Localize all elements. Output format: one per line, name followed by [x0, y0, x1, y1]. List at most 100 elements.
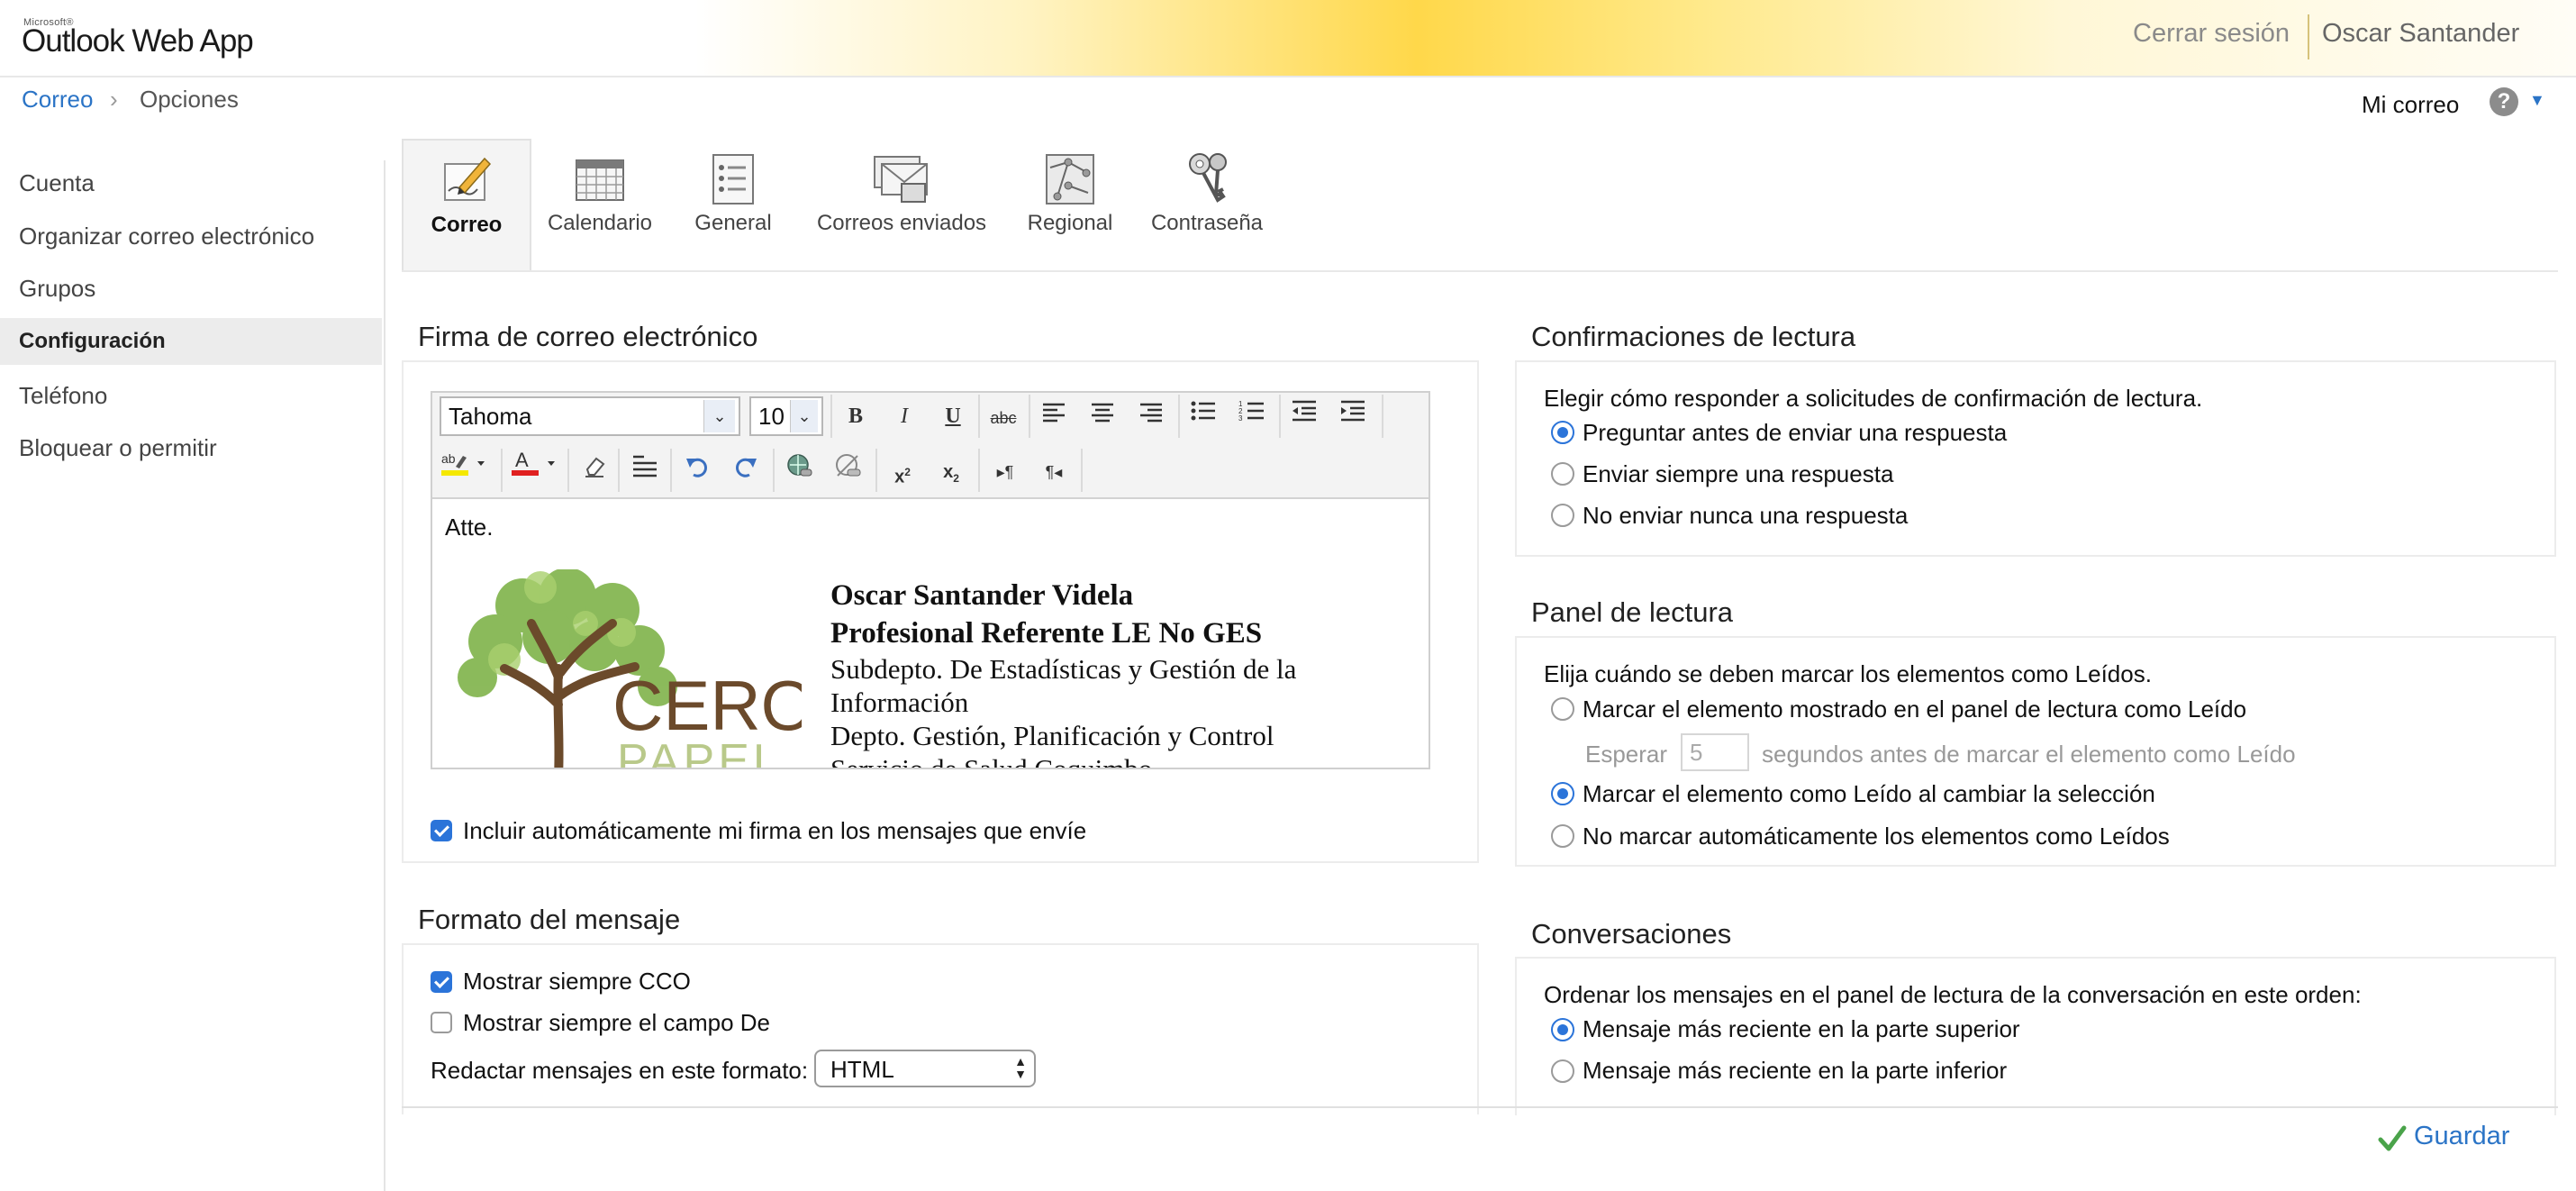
always-show-bcc-checkbox[interactable] — [431, 971, 452, 993]
signature-text-block: Oscar Santander Videla Profesional Refer… — [830, 577, 1425, 768]
auto-include-signature-label: Incluir automáticamente mi firma en los … — [463, 817, 1087, 844]
read-receipt-never-radio[interactable] — [1551, 504, 1574, 527]
message-format-title: Formato del mensaje — [418, 904, 681, 935]
subscript-button[interactable]: x2 — [931, 452, 971, 492]
outlook-web-app-logo: Outlook Web App — [22, 23, 254, 59]
tabs-divider — [402, 270, 2558, 272]
font-family-select[interactable]: Tahoma ⌄ — [440, 396, 740, 436]
outdent-icon — [1293, 400, 1316, 422]
signature-name: Oscar Santander Videla — [830, 579, 1134, 612]
read-receipt-never-label: No enviar nunca una respuesta — [1583, 502, 1909, 529]
remove-link-button[interactable] — [829, 452, 868, 492]
toolbar-separator — [618, 449, 620, 492]
read-receipt-always-label: Enviar siempre una respuesta — [1583, 460, 1894, 487]
tab-correos-enviados[interactable]: Correos enviados — [809, 139, 994, 272]
svg-text:ab: ab — [441, 451, 456, 466]
newest-on-bottom-radio[interactable] — [1551, 1059, 1574, 1083]
calendar-icon — [576, 159, 624, 201]
toolbar-separator — [875, 449, 877, 492]
clear-format-button[interactable] — [575, 452, 614, 492]
wait-seconds-input[interactable]: 5 — [1681, 733, 1749, 771]
ltr-direction-button[interactable]: ▸¶ — [985, 452, 1025, 492]
sidebar-item-grupos[interactable]: Grupos — [0, 266, 382, 311]
read-receipt-always-radio[interactable] — [1551, 462, 1574, 486]
align-left-button[interactable] — [1034, 396, 1074, 436]
options-sidebar: Cuenta Organizar correo electrónico Grup… — [0, 160, 385, 1191]
mail-settings-icon — [444, 157, 492, 201]
italic-button[interactable]: I — [884, 396, 924, 436]
sidebar-item-cuenta[interactable]: Cuenta — [0, 160, 382, 205]
rtl-direction-button[interactable]: ¶◂ — [1034, 452, 1074, 492]
undo-button[interactable] — [677, 452, 717, 492]
select-arrows-icon: ▲ ▼ — [1014, 1054, 1027, 1081]
read-receipt-ask-radio[interactable] — [1551, 421, 1574, 444]
help-dropdown-caret-icon[interactable]: ▼ — [2529, 91, 2545, 110]
highlight-icon: ab — [441, 451, 485, 476]
newest-on-top-label: Mensaje más reciente en la parte superio… — [1583, 1015, 2020, 1042]
breadcrumb-current: Opciones — [140, 86, 239, 113]
always-show-from-label: Mostrar siempre el campo De — [463, 1009, 770, 1036]
font-family-value: Tahoma — [449, 403, 532, 430]
breadcrumb-separator-icon: › — [110, 86, 118, 113]
reading-pane-title: Panel de lectura — [1531, 596, 1734, 628]
toolbar-separator — [567, 449, 569, 492]
tab-correo[interactable]: Correo — [402, 139, 531, 272]
conversations-title: Conversaciones — [1531, 918, 1732, 950]
signout-link[interactable]: Cerrar sesión — [2133, 19, 2290, 49]
decrease-indent-button[interactable] — [1284, 396, 1324, 436]
logo-text-cero: CERO — [612, 666, 802, 745]
sidebar-item-telefono[interactable]: Teléfono — [0, 373, 382, 418]
bold-button[interactable]: B — [836, 396, 875, 436]
align-right-button[interactable] — [1131, 396, 1171, 436]
font-size-value: 10 — [758, 403, 785, 430]
superscript-button[interactable]: x2 — [883, 452, 922, 492]
keys-icon — [1189, 153, 1227, 203]
breadcrumb-mail-link[interactable]: Correo — [22, 86, 93, 114]
increase-indent-button[interactable] — [1333, 396, 1373, 436]
signature-greeting: Atte. — [445, 514, 494, 541]
redo-button[interactable] — [726, 452, 766, 492]
editor-toolbar: Tahoma ⌄ 10 ⌄ B I U abc 123 ab A x2 x2 ▸… — [432, 393, 1429, 499]
help-icon[interactable]: ? — [2490, 87, 2518, 116]
tab-contrasena[interactable]: Contraseña — [1146, 139, 1268, 272]
signature-role: Profesional Referente LE No GES — [830, 617, 1263, 650]
footer-divider — [402, 1106, 2558, 1108]
toolbar-separator — [1081, 449, 1083, 492]
align-center-button[interactable] — [1083, 396, 1122, 436]
toolbar-separator — [830, 395, 832, 438]
strikethrough-button[interactable]: abc — [984, 398, 1023, 438]
newest-on-top-radio[interactable] — [1551, 1018, 1574, 1041]
checkmark-icon[interactable] — [2378, 1124, 2407, 1153]
chevron-down-icon: ⌄ — [790, 400, 818, 432]
sidebar-item-organizar-correo[interactable]: Organizar correo electrónico — [0, 214, 382, 259]
signature-content-area[interactable]: Atte. CERO PAPEL Oscar Santander Videla … — [434, 499, 1427, 768]
tab-regional[interactable]: Regional — [1005, 139, 1135, 272]
always-show-from-checkbox[interactable] — [431, 1012, 452, 1033]
numbered-list-button[interactable]: 123 — [1232, 396, 1272, 436]
undo-icon — [686, 458, 708, 477]
bullet-list-button[interactable] — [1184, 396, 1223, 436]
tab-general[interactable]: General — [668, 139, 798, 272]
sidebar-item-bloquear[interactable]: Bloquear o permitir — [0, 425, 382, 470]
highlight-color-button[interactable]: ab — [438, 449, 492, 488]
no-auto-mark-read-radio[interactable] — [1551, 824, 1574, 848]
sidebar-item-configuracion[interactable]: Configuración — [0, 318, 382, 365]
my-mail-link[interactable]: Mi correo — [2362, 91, 2459, 119]
signature-section-title: Firma de correo electrónico — [418, 321, 758, 352]
toolbar-separator — [978, 449, 980, 492]
user-name-menu[interactable]: Oscar Santander — [2322, 19, 2519, 49]
mark-read-in-pane-radio[interactable] — [1551, 697, 1574, 721]
auto-include-signature-checkbox[interactable] — [431, 820, 452, 841]
line-spacing-button[interactable] — [625, 452, 665, 492]
save-button[interactable]: Guardar — [2414, 1122, 2509, 1151]
conversations-prompt: Ordenar los mensajes en el panel de lect… — [1544, 981, 2362, 1008]
font-color-button[interactable]: A — [508, 449, 562, 488]
insert-link-button[interactable] — [780, 452, 820, 492]
underline-button[interactable]: U — [933, 396, 973, 436]
font-size-select[interactable]: 10 ⌄ — [749, 396, 823, 436]
compose-format-select[interactable]: HTML ▲ ▼ — [814, 1050, 1036, 1087]
eraser-icon — [585, 457, 605, 477]
always-show-bcc-label: Mostrar siempre CCO — [463, 968, 691, 995]
mark-read-on-selection-radio[interactable] — [1551, 782, 1574, 805]
tab-calendario[interactable]: Calendario — [535, 139, 665, 272]
